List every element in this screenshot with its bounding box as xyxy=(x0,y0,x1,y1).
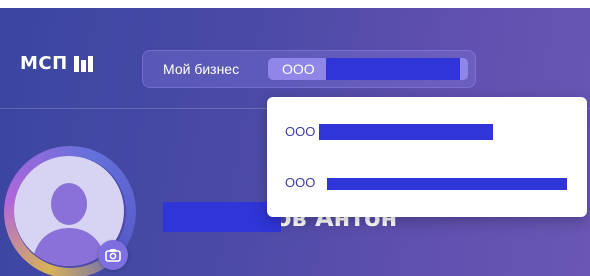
business-dropdown: ООО ООО xyxy=(267,97,587,217)
business-switcher: Мой бизнес ООО xyxy=(142,50,476,88)
business-select-value: ООО xyxy=(282,61,315,77)
redaction-bar xyxy=(163,202,281,232)
business-label: Мой бизнес xyxy=(163,61,240,77)
dropdown-option-label: ООО xyxy=(285,175,316,190)
dropdown-option-label: ООО xyxy=(285,124,316,139)
dropdown-option[interactable]: ООО xyxy=(285,172,575,194)
business-select[interactable]: ООО xyxy=(268,58,468,80)
redaction-bar xyxy=(326,58,460,80)
redaction-bar xyxy=(319,124,493,140)
change-photo-button[interactable] xyxy=(98,240,128,270)
logo-mark-icon xyxy=(73,56,93,72)
logo-text: МСП xyxy=(20,53,68,74)
account-panel: МСП Мой бизнес ООО ов Антон ООО ООО xyxy=(0,8,590,276)
dropdown-option[interactable]: ООО xyxy=(285,121,575,143)
redaction-bar xyxy=(327,178,567,190)
msp-logo[interactable]: МСП xyxy=(20,54,93,74)
camera-icon xyxy=(105,249,121,262)
